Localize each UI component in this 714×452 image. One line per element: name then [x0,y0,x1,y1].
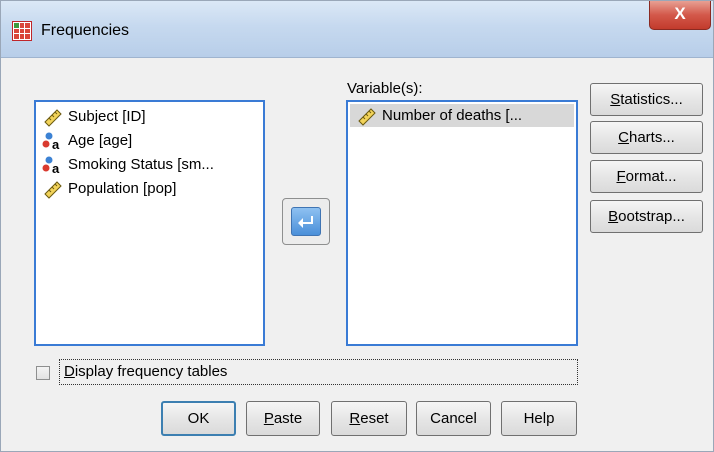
charts-button[interactable]: Charts... [590,121,703,154]
paste-mnemonic: P [263,410,274,427]
checkbox-label-text: isplay frequency tables [74,363,228,380]
nominal-variable-icon: a [42,156,60,175]
variables-label: Variable(s): [347,80,423,97]
paste-button[interactable]: Paste [246,401,320,436]
list-item[interactable]: Population [pop] [36,177,263,200]
list-item-label: Smoking Status [sm... [68,156,214,173]
statistics-label: tatistics... [620,91,683,108]
spss-app-icon [12,21,32,41]
frequencies-dialog: Frequencies X Subject [ID] a Age [age] a… [0,0,714,452]
format-mnemonic: F [616,168,626,185]
paste-label: aste [273,410,303,427]
help-button[interactable]: Help [501,401,577,436]
display-frequency-tables-label[interactable]: Display frequency tables [59,359,578,385]
window-title: Frequencies [41,22,130,39]
statistics-button[interactable]: Statistics... [590,83,703,116]
reset-button[interactable]: Reset [331,401,407,436]
list-item[interactable]: Number of deaths [... [350,104,574,127]
charts-mnemonic: C [618,129,629,146]
reset-label: eset [360,410,389,427]
format-label: ormat... [625,168,677,185]
list-item-label: Subject [ID] [68,108,146,125]
ok-button[interactable]: OK [161,401,236,436]
bootstrap-button[interactable]: Bootstrap... [590,200,703,233]
list-item[interactable]: a Smoking Status [sm... [36,153,263,176]
help-label: Help [523,410,555,427]
reset-mnemonic: R [349,410,361,427]
list-item-label: Population [pop] [68,180,177,197]
target-variable-list[interactable]: Number of deaths [... [346,100,578,346]
svg-text:a: a [52,161,60,175]
scale-ruler-icon [44,180,62,199]
move-variable-button[interactable] [282,198,330,245]
format-button[interactable]: Format... [590,160,703,193]
close-button[interactable]: X [649,1,711,30]
cancel-label: Cancel [430,410,477,427]
display-frequency-tables-row[interactable]: Display frequency tables [33,358,578,386]
svg-text:a: a [52,137,60,151]
ok-label: OK [187,410,210,427]
title-bar[interactable]: Frequencies X [1,1,713,58]
bootstrap-label: ootstrap... [618,208,685,225]
scale-ruler-icon [44,108,62,127]
scale-ruler-icon [358,107,376,126]
close-icon: X [674,4,686,23]
nominal-variable-icon: a [42,132,60,151]
source-variable-list[interactable]: Subject [ID] a Age [age] a Smoking Statu… [34,100,265,346]
charts-label: harts... [628,129,675,146]
bootstrap-mnemonic: B [608,208,619,225]
list-item-label: Number of deaths [... [382,107,523,124]
list-item[interactable]: a Age [age] [36,129,263,152]
cancel-button[interactable]: Cancel [416,401,491,436]
list-item-label: Age [age] [68,132,133,149]
statistics-mnemonic: S [610,91,621,108]
checkbox-mnemonic: D [64,363,75,380]
arrow-left-icon [291,207,321,236]
display-frequency-tables-checkbox[interactable] [36,366,50,380]
list-item[interactable]: Subject [ID] [36,105,263,128]
